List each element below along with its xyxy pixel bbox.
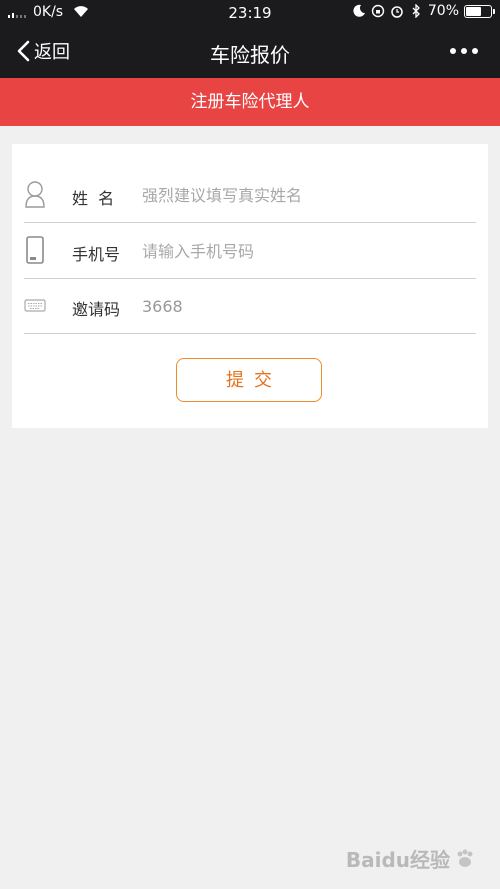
alarm-icon xyxy=(391,6,403,18)
name-row: 姓 名 xyxy=(24,167,476,223)
phone-label: 手机号 xyxy=(72,245,121,264)
submit-button[interactable]: 提交 xyxy=(176,358,322,402)
register-banner: 注册车险代理人 xyxy=(0,78,500,126)
bluetooth-icon xyxy=(412,4,420,18)
invite-code-input[interactable] xyxy=(140,290,464,322)
more-dot-icon xyxy=(472,48,478,54)
battery-icon xyxy=(464,4,495,18)
watermark-text: Baidu经验 xyxy=(345,848,450,872)
user-icon xyxy=(25,181,45,208)
more-dot-icon xyxy=(450,48,456,54)
moon-icon xyxy=(353,4,365,17)
status-bar: 0K/s 23:19 70% xyxy=(0,0,500,26)
page-title: 车险报价 xyxy=(210,43,290,67)
invite-row: 邀请码 xyxy=(24,278,476,334)
top-bar: 0K/s 23:19 70% 返回 车险报价 xyxy=(0,0,500,78)
phone-row: 手机号 xyxy=(24,223,476,279)
more-options-button[interactable] xyxy=(450,48,478,54)
baidu-paw-icon xyxy=(457,849,473,867)
status-right-group: 70% xyxy=(352,3,495,19)
keyboard-icon xyxy=(24,299,46,312)
phone-icon xyxy=(26,236,44,264)
name-label: 姓 名 xyxy=(72,189,115,208)
baidu-watermark: Baidu经验 xyxy=(346,844,476,873)
phone-input[interactable] xyxy=(140,235,464,267)
rotation-lock-icon xyxy=(371,4,385,18)
registration-form: 姓 名 手机号 邀请码 提交 xyxy=(12,144,488,428)
battery-percent: 70% xyxy=(427,3,459,19)
more-dot-icon xyxy=(461,48,467,54)
name-input[interactable] xyxy=(140,179,464,211)
invite-label: 邀请码 xyxy=(72,300,121,319)
navigation-bar: 返回 车险报价 xyxy=(0,28,500,76)
